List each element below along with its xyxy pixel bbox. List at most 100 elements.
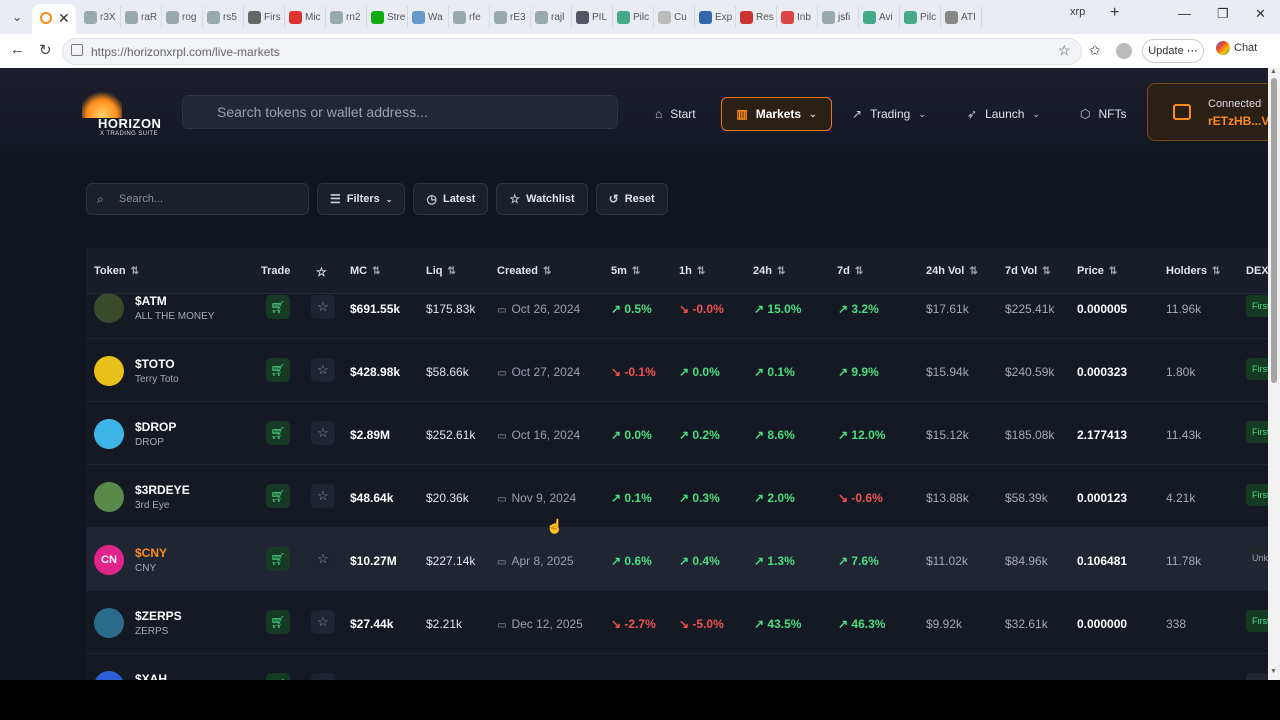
favorites-icon[interactable]: ✩ xyxy=(1089,42,1101,59)
reload-icon[interactable]: ↻ xyxy=(39,41,52,59)
maximize-icon[interactable]: ❐ xyxy=(1217,6,1229,22)
browser-tab[interactable]: ATI xyxy=(941,6,982,28)
back-icon[interactable]: ← xyxy=(10,41,25,58)
col-holders[interactable]: Holders ⇅ xyxy=(1166,265,1220,277)
watchlist-star-icon[interactable]: ☆ xyxy=(311,421,335,445)
table-row[interactable]: $3RDEYE 3rd Eye 🛒︎ ☆ $48.64k $20.36k ▭ Nov 9, 2… xyxy=(86,465,1280,528)
col-price[interactable]: Price ⇅ xyxy=(1077,265,1117,277)
reset-button[interactable]: ↺ Reset xyxy=(595,183,668,215)
col-5m[interactable]: 5m ⇅ xyxy=(611,265,640,277)
browser-tab[interactable]: rE3 xyxy=(490,6,531,28)
rocket-icon: ➶ xyxy=(967,107,978,121)
watchlist-star-icon[interactable]: ☆ xyxy=(311,673,335,680)
table-row[interactable]: CN $CNY CNY 🛒︎ ☆ $10.27M $227.14k ▭ Apr 8, 2025 ↗… xyxy=(86,528,1280,591)
token-search-input[interactable] xyxy=(87,184,308,214)
scroll-down-icon[interactable]: ▼ xyxy=(1270,668,1277,675)
table-row[interactable]: $ATM ALL THE MONEY 🛒︎ ☆ $691.55k $175.83k ▭ Oct… xyxy=(86,294,1280,339)
update-button[interactable]: Update ⋯ xyxy=(1142,39,1204,63)
address-bar[interactable]: https://horizonxrpl.com/live-markets xyxy=(62,38,1082,65)
browser-tab[interactable]: Stre xyxy=(367,6,408,28)
col-24h-vol[interactable]: 24h Vol ⇅ xyxy=(926,265,978,277)
trend-up-icon: ↗ xyxy=(838,554,852,568)
browser-tab[interactable]: jsfi xyxy=(818,6,859,28)
token-symbol[interactable]: $3RDEYE xyxy=(135,483,190,497)
browser-tab[interactable]: Avi xyxy=(859,6,900,28)
nav-start[interactable]: ⌂ Start xyxy=(655,98,696,130)
token-symbol[interactable]: $ATM xyxy=(135,294,167,308)
col-24h[interactable]: 24h ⇅ xyxy=(753,265,785,277)
col-1h[interactable]: 1h ⇅ xyxy=(679,265,705,277)
new-tab-icon[interactable]: + xyxy=(1110,4,1119,22)
col-created[interactable]: Created ⇅ xyxy=(497,265,551,277)
token-symbol[interactable]: $CNY xyxy=(135,546,167,560)
wallet-connected-button[interactable]: Connected rETzHB...V xyxy=(1147,83,1280,141)
buy-cart-icon[interactable]: 🛒︎ xyxy=(266,547,290,571)
active-tab[interactable]: ✕ xyxy=(32,4,76,34)
copilot-chat-button[interactable]: Chat xyxy=(1216,41,1257,55)
watchlist-star-icon[interactable]: ☆ xyxy=(311,295,335,319)
buy-cart-icon[interactable]: 🛒︎ xyxy=(266,673,290,680)
buy-cart-icon[interactable]: 🛒︎ xyxy=(266,421,290,445)
scroll-up-icon[interactable]: ▲ xyxy=(1270,68,1277,75)
browser-tab[interactable]: Pilc xyxy=(900,6,941,28)
col-7d-vol[interactable]: 7d Vol ⇅ xyxy=(1005,265,1051,277)
browser-tab[interactable]: Mic xyxy=(285,6,326,28)
buy-cart-icon[interactable]: 🛒︎ xyxy=(266,610,290,634)
page-scrollbar[interactable]: ▲ ▼ xyxy=(1268,68,1280,680)
browser-tab[interactable]: Res xyxy=(736,6,777,28)
browser-tab[interactable]: raR xyxy=(121,6,162,28)
buy-cart-icon[interactable]: 🛒︎ xyxy=(266,358,290,382)
profile-avatar[interactable] xyxy=(1116,43,1132,59)
site-info-icon[interactable] xyxy=(71,44,83,56)
browser-tab[interactable]: Wa xyxy=(408,6,449,28)
table-row[interactable]: $ZERPS ZERPS 🛒︎ ☆ $27.44k $2.21k ▭ Dec 12, 2025… xyxy=(86,591,1280,654)
nav-nfts[interactable]: ⬡ NFTs xyxy=(1080,98,1126,130)
token-symbol[interactable]: $ZERPS xyxy=(135,609,182,623)
buy-cart-icon[interactable]: 🛒︎ xyxy=(266,295,290,319)
latest-button[interactable]: ◷ Latest xyxy=(413,183,489,215)
col-mc[interactable]: MC ⇅ xyxy=(350,265,381,277)
global-search-input[interactable] xyxy=(183,96,617,128)
table-row[interactable]: $TOTO Terry Toto 🛒︎ ☆ $428.98k $58.66k ▭ Oct 27… xyxy=(86,339,1280,402)
minimize-icon[interactable]: — xyxy=(1178,6,1191,21)
col-7d[interactable]: 7d ⇅ xyxy=(837,265,863,277)
col-dex[interactable]: DEX xyxy=(1246,265,1269,277)
browser-tab[interactable]: PIL xyxy=(572,6,613,28)
tab-search-icon[interactable]: ⌄ xyxy=(8,8,26,26)
watchlist-button[interactable]: ☆ Watchlist xyxy=(496,183,588,215)
browser-tab[interactable]: Exp xyxy=(695,6,736,28)
token-symbol[interactable]: $DROP xyxy=(135,420,176,434)
table-row[interactable]: XA$XAHXAH🛒︎☆$413.85k$127.72k▭Apr 8, 2025… xyxy=(86,654,1280,680)
watchlist-star-icon[interactable]: ☆ xyxy=(311,484,335,508)
browser-tab[interactable]: rajl xyxy=(531,6,572,28)
nav-launch[interactable]: ➶ Launch ⌄ xyxy=(967,98,1040,130)
token-symbol[interactable]: $TOTO xyxy=(135,357,175,371)
window-close-icon[interactable]: ✕ xyxy=(1255,6,1266,22)
horizon-logo[interactable]: HORIZON X TRADING SUITE xyxy=(70,86,164,140)
browser-tab[interactable]: rs5 xyxy=(203,6,244,28)
scrollbar-thumb[interactable] xyxy=(1271,78,1277,383)
browser-tab[interactable]: rn2 xyxy=(326,6,367,28)
col-liq[interactable]: Liq ⇅ xyxy=(426,265,456,277)
table-row[interactable]: $DROP DROP 🛒︎ ☆ $2.89M $252.61k ▭ Oct 16, 2024 ↗… xyxy=(86,402,1280,465)
browser-tab[interactable]: Cu xyxy=(654,6,695,28)
watchlist-star-icon[interactable]: ☆ xyxy=(311,547,335,571)
browser-tab[interactable]: r3X xyxy=(80,6,121,28)
bookmark-star-icon[interactable]: ☆ xyxy=(1058,42,1071,59)
last-tab[interactable]: xrp xyxy=(1070,6,1085,18)
browser-tab[interactable]: Inb xyxy=(777,6,818,28)
close-tab-icon[interactable]: ✕ xyxy=(58,10,70,27)
browser-tab[interactable]: Firs xyxy=(244,6,285,28)
filters-button[interactable]: ☰ Filters ⌄ xyxy=(317,183,406,215)
nav-markets[interactable]: ▥ Markets ⌄ xyxy=(721,97,832,131)
token-price: 0.000005 xyxy=(1077,302,1128,316)
watchlist-star-icon[interactable]: ☆ xyxy=(311,358,335,382)
browser-tab[interactable]: Pilc xyxy=(613,6,654,28)
browser-tab[interactable]: rog xyxy=(162,6,203,28)
watchlist-star-icon[interactable]: ☆ xyxy=(311,610,335,634)
buy-cart-icon[interactable]: 🛒︎ xyxy=(266,484,290,508)
nav-trading[interactable]: ↗ Trading ⌄ xyxy=(852,98,926,130)
token-symbol[interactable]: $XAH xyxy=(135,672,167,680)
browser-tab[interactable]: rfe xyxy=(449,6,490,28)
col-token[interactable]: Token ⇅ xyxy=(94,265,139,277)
